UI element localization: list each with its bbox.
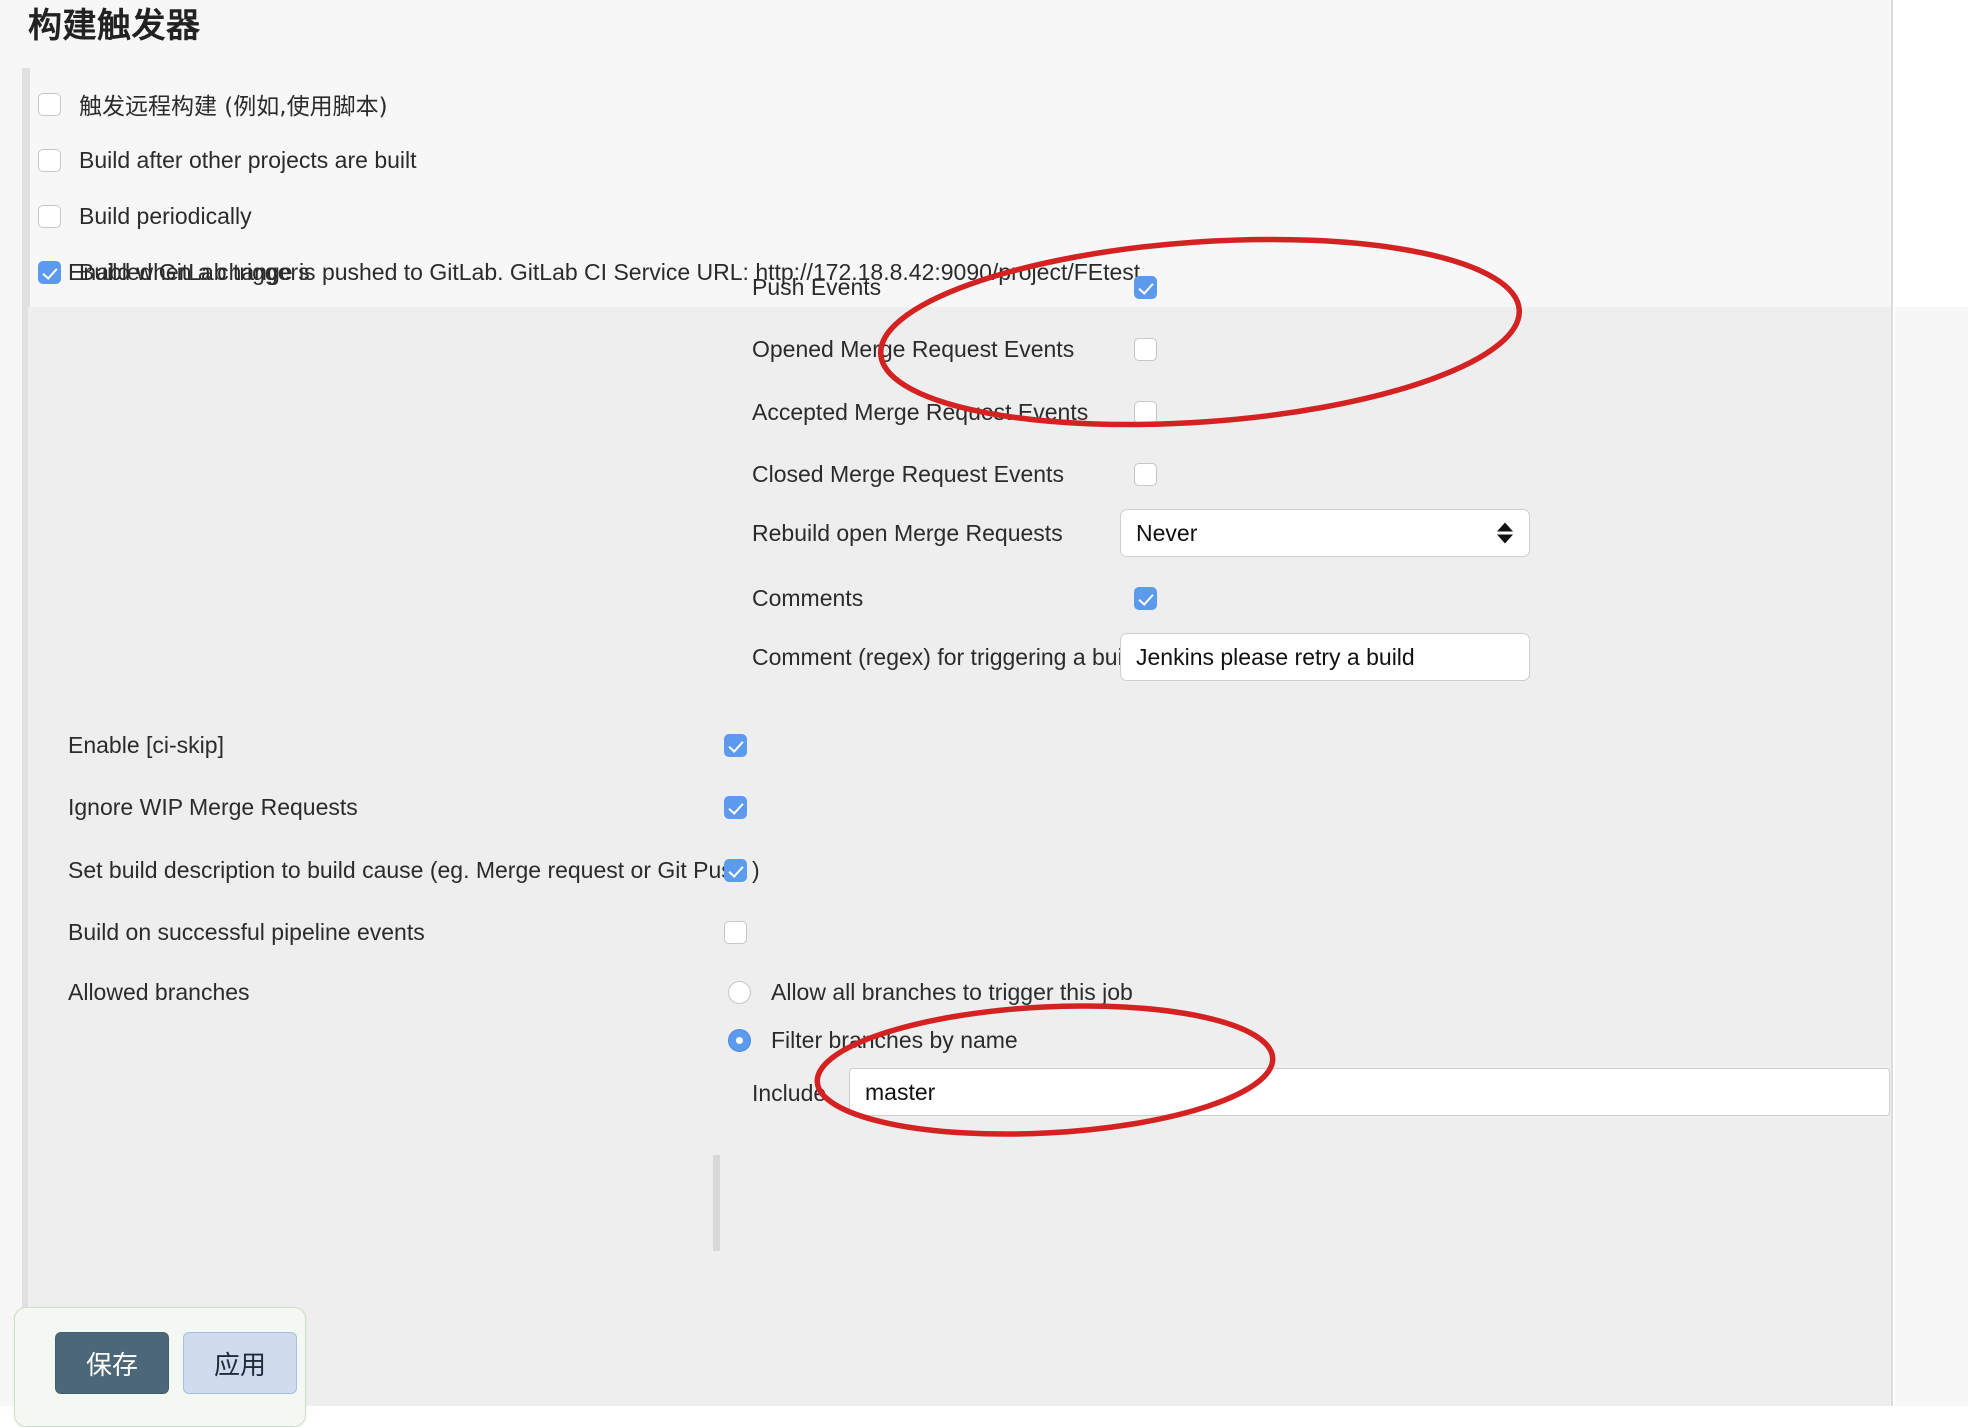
option-label-pipeline-events: Build on successful pipeline events [68,918,425,945]
checkbox-enable-ci-skip[interactable] [724,733,747,757]
comment-regex-input[interactable]: Jenkins please retry a build [1120,633,1530,681]
trigger-label-periodically: Build periodically [79,202,252,229]
trigger-label-remote: 触发远程构建 (例如,使用脚本) [79,94,388,120]
checkbox-trigger-remote[interactable] [38,92,61,116]
save-button[interactable]: 保存 [55,1332,169,1394]
allowed-branches-rule [713,1155,720,1251]
gitlab-options-panel: Enabled GitLab triggers Push Events Open… [28,259,1891,1406]
save-apply-bar: 保存 应用 [14,1307,306,1427]
allowed-branches-label: Allowed branches [68,979,250,1005]
trigger-row-remote[interactable]: 触发远程构建 (例如,使用脚本) [38,76,1878,132]
option-row-pipeline-events[interactable]: Build on successful pipeline events [68,917,1068,947]
radio-row-allow-all-branches[interactable]: Allow all branches to trigger this job [728,978,1133,1006]
include-branches-input[interactable]: master [849,1068,1890,1116]
checkbox-opened-merge-request-events[interactable] [1134,337,1157,361]
checkbox-set-build-description[interactable] [724,858,747,882]
include-label: Include [752,1080,827,1106]
option-label-build-description: Set build description to build cause (eg… [68,856,760,883]
rebuild-open-mr-label: Rebuild open Merge Requests [752,520,1063,546]
checkbox-ignore-wip-merge-requests[interactable] [724,795,747,819]
event-label-accepted-mr: Accepted Merge Request Events [752,398,1089,425]
option-row-build-description[interactable]: Set build description to build cause (eg… [68,855,1068,885]
checkbox-closed-merge-request-events[interactable] [1134,462,1157,486]
event-row-push[interactable]: Push Events [752,272,1842,302]
radio-label-filter-branches: Filter branches by name [771,1026,1018,1053]
checkbox-build-on-successful-pipeline-events[interactable] [724,920,747,944]
option-label-ci-skip: Enable [ci-skip] [68,731,224,758]
option-row-ignore-wip[interactable]: Ignore WIP Merge Requests [68,792,1068,822]
rebuild-open-mr-value: Never [1136,519,1198,546]
option-row-ci-skip[interactable]: Enable [ci-skip] [68,730,1068,760]
include-branches-value: master [865,1078,936,1105]
checkbox-trigger-after-projects[interactable] [38,148,61,172]
radio-allow-all-branches[interactable] [728,980,751,1004]
trigger-label-after-projects: Build after other projects are built [79,146,417,173]
comments-row[interactable]: Comments [752,583,1842,613]
event-row-opened-mr[interactable]: Opened Merge Request Events [752,334,1842,364]
radio-filter-branches-by-name[interactable] [728,1028,751,1052]
rebuild-open-mr-select[interactable]: Never [1120,509,1530,557]
comments-label: Comments [752,584,864,611]
checkbox-trigger-gitlab-push[interactable] [38,260,61,284]
event-label-opened-mr: Opened Merge Request Events [752,335,1075,362]
option-label-ignore-wip: Ignore WIP Merge Requests [68,793,358,820]
enabled-gitlab-triggers-label: Enabled GitLab triggers [68,259,310,285]
checkbox-push-events[interactable] [1134,275,1157,299]
page-title: 构建触发器 [28,6,201,46]
build-triggers-page: 构建触发器 触发远程构建 (例如,使用脚本) Build after other… [0,0,1968,1427]
stepper-arrows-icon[interactable] [1497,522,1513,544]
rebuild-open-mr-select-box[interactable]: Never [1120,509,1530,557]
right-gutter-lower [1895,307,1968,1406]
checkbox-trigger-periodically[interactable] [38,204,61,228]
trigger-row-periodically[interactable]: Build periodically [38,188,1878,244]
event-row-closed-mr[interactable]: Closed Merge Request Events [752,459,1842,489]
radio-label-allow-all-branches: Allow all branches to trigger this job [771,978,1133,1005]
radio-row-filter-branches[interactable]: Filter branches by name [728,1026,1018,1054]
trigger-checkbox-list: 触发远程构建 (例如,使用脚本) Build after other proje… [38,76,1878,300]
event-label-push: Push Events [752,273,882,300]
comment-regex-label: Comment (regex) for triggering a build [752,644,1141,670]
checkbox-comments[interactable] [1134,586,1157,610]
comment-regex-value: Jenkins please retry a build [1136,643,1415,670]
event-label-closed-mr: Closed Merge Request Events [752,460,1064,487]
checkbox-accepted-merge-request-events[interactable] [1134,400,1157,424]
trigger-row-after-projects[interactable]: Build after other projects are built [38,132,1878,188]
apply-button[interactable]: 应用 [183,1332,297,1394]
event-row-accepted-mr[interactable]: Accepted Merge Request Events [752,397,1842,427]
